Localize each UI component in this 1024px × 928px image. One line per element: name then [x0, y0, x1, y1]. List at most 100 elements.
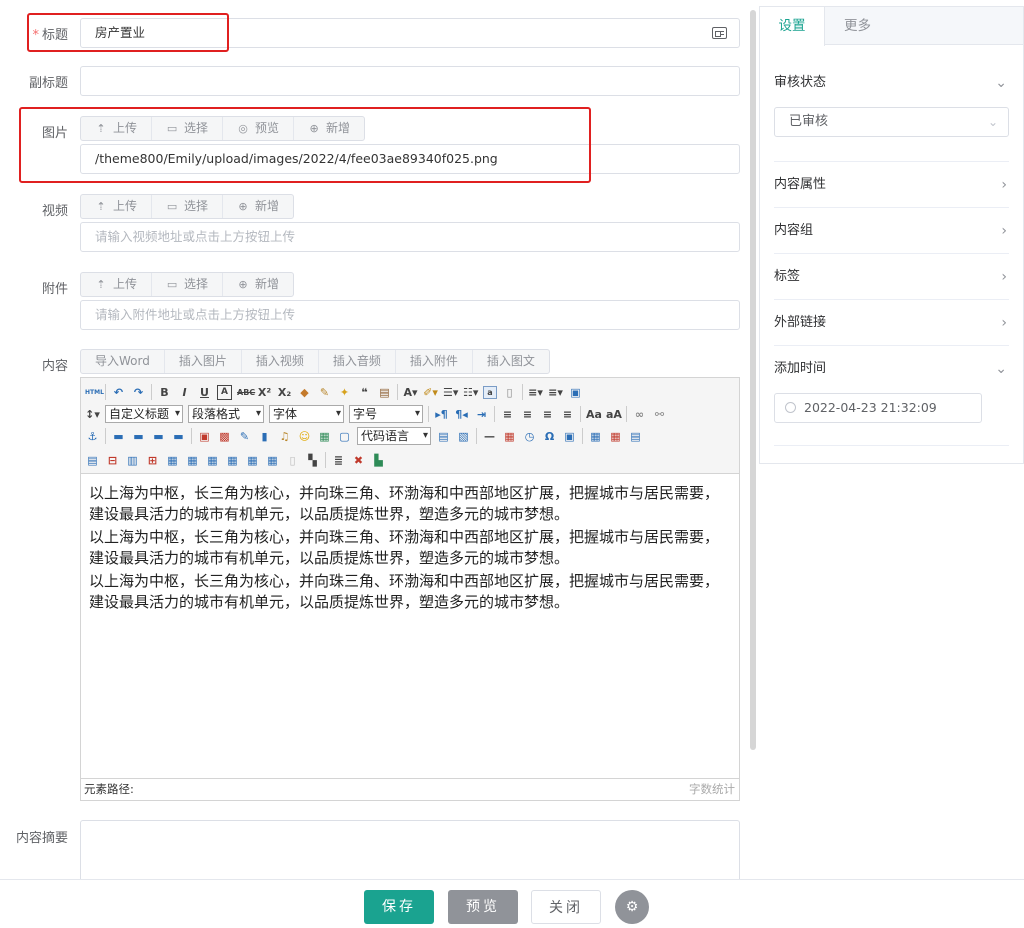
video-add-button[interactable]: ⊕ 新增 — [223, 195, 293, 218]
row-spacing-top-icon[interactable]: ≡▾ — [528, 385, 543, 400]
strikethrough-icon[interactable]: ABC — [237, 385, 255, 400]
uppercase-icon[interactable]: Aa — [586, 407, 602, 422]
font-border-icon[interactable]: A — [217, 384, 232, 400]
simple-upload-icon[interactable]: ▣ — [197, 429, 212, 444]
ltr-icon[interactable]: ▸¶ — [434, 407, 449, 422]
select-all-icon[interactable]: a — [483, 385, 497, 399]
align-right-icon[interactable]: ≡ — [540, 407, 555, 422]
undo-icon[interactable]: ↶ — [111, 385, 126, 400]
code-language-select[interactable]: 代码语言 — [357, 427, 431, 445]
horizontal-rule-icon[interactable]: — — [482, 429, 497, 444]
font-size-select[interactable]: 字号 — [349, 405, 423, 423]
gear-icon[interactable]: ⚙ — [615, 890, 649, 924]
link-icon[interactable]: ∞ — [632, 407, 647, 422]
insert-attachment-button[interactable]: 插入附件 — [396, 350, 473, 373]
editor-content[interactable]: 以上海为中枢，长三角为核心，并向珠三角、环渤海和中西部地区扩展，把握城市与居民需… — [81, 474, 739, 778]
html-source-icon[interactable]: HTML — [85, 385, 104, 400]
scrollbar[interactable] — [750, 10, 756, 750]
add-time-input[interactable]: 2022-04-23 21:32:09 — [774, 393, 982, 423]
external-link-row[interactable]: 外部链接 › — [774, 300, 1009, 346]
save-button[interactable]: 保存 — [364, 890, 434, 924]
unordered-list-icon[interactable]: ☷▾ — [463, 385, 478, 400]
insert-audio-button[interactable]: 插入音频 — [319, 350, 396, 373]
help-icon[interactable]: ✖ — [351, 453, 366, 468]
insert-frame-icon[interactable]: ▢ — [337, 429, 352, 444]
image-center-icon[interactable]: ▬ — [171, 429, 186, 444]
italic-icon[interactable]: I — [177, 385, 192, 400]
emotion-icon[interactable]: ☺ — [297, 429, 312, 444]
split-cells-icon[interactable]: ▦ — [225, 453, 240, 468]
video-input[interactable]: 请输入视频地址或点击上方按钮上传 — [80, 222, 740, 252]
subscript-icon[interactable]: X₂ — [277, 385, 292, 400]
insert-image-button[interactable]: 插入图片 — [165, 350, 242, 373]
drafts-icon[interactable]: ≣ — [331, 453, 346, 468]
auto-format-icon[interactable]: ✦ — [337, 385, 352, 400]
clear-doc-icon[interactable]: ▯ — [502, 385, 517, 400]
content-group-row[interactable]: 内容组 › — [774, 208, 1009, 254]
tab-more[interactable]: 更多 — [825, 7, 890, 45]
attachment-upload-button[interactable]: ⇡ 上传 — [81, 273, 153, 296]
review-status-select[interactable]: 已审核 ⌄ — [774, 107, 1009, 137]
insert-article-button[interactable]: 插入图文 — [473, 350, 549, 373]
video-choose-button[interactable]: ▭ 选择 — [152, 195, 224, 218]
merge-cells-icon[interactable]: ▦ — [165, 453, 180, 468]
video-upload-button[interactable]: ⇡ 上传 — [81, 195, 153, 218]
background-icon[interactable]: ▧ — [456, 429, 471, 444]
font-color-icon[interactable]: A▾ — [403, 385, 418, 400]
id-card-icon[interactable] — [712, 27, 727, 39]
attachment-choose-button[interactable]: ▭ 选择 — [152, 273, 224, 296]
underline-icon[interactable]: U — [197, 385, 212, 400]
insert-image-icon[interactable]: ▩ — [217, 429, 232, 444]
insert-paragraph-before-table-icon[interactable]: ▤ — [628, 429, 643, 444]
delete-table-icon[interactable]: ▦ — [608, 429, 623, 444]
delete-row-icon[interactable]: ⊟ — [105, 453, 120, 468]
custom-title-select[interactable]: 自定义标题 — [105, 405, 183, 423]
time-icon[interactable]: ◷ — [522, 429, 537, 444]
insert-col-icon[interactable]: ▥ — [125, 453, 140, 468]
split-rows-icon[interactable]: ▦ — [245, 453, 260, 468]
format-brush-icon[interactable]: ✎ — [317, 385, 332, 400]
insert-table-icon[interactable]: ▦ — [588, 429, 603, 444]
paragraph-format-select[interactable]: 段落格式 — [188, 405, 264, 423]
font-family-select[interactable]: 字体 — [269, 405, 344, 423]
align-left-icon[interactable]: ≡ — [500, 407, 515, 422]
merge-right-icon[interactable]: ▦ — [185, 453, 200, 468]
attachment-icon[interactable]: ✎ — [237, 429, 252, 444]
ordered-list-icon[interactable]: ☰▾ — [443, 385, 458, 400]
merge-down-icon[interactable]: ▦ — [205, 453, 220, 468]
lowercase-icon[interactable]: aA — [606, 407, 622, 422]
add-time-row[interactable]: 添加时间 ⌄ — [774, 346, 1009, 392]
paste-text-icon[interactable]: ▤ — [377, 385, 392, 400]
blockquote-icon[interactable]: ❝ — [357, 385, 372, 400]
row-spacing-bottom-icon[interactable]: ≡▾ — [548, 385, 563, 400]
background-color-icon[interactable]: ✐▾ — [423, 385, 438, 400]
map-icon[interactable]: ▦ — [317, 429, 332, 444]
music-icon[interactable]: ♫ — [277, 429, 292, 444]
attachment-add-button[interactable]: ⊕ 新增 — [223, 273, 293, 296]
insert-row-icon[interactable]: ▤ — [85, 453, 100, 468]
image-left-icon[interactable]: ▬ — [131, 429, 146, 444]
135-editor-icon[interactable]: ▙ — [371, 453, 386, 468]
wordimage-icon[interactable]: ▣ — [562, 429, 577, 444]
anchor-icon[interactable]: ⚓ — [85, 429, 100, 444]
superscript-icon[interactable]: X² — [257, 385, 272, 400]
review-status-row[interactable]: 审核状态 ⌄ — [774, 60, 1009, 106]
preview-button[interactable]: 预览 — [448, 890, 518, 924]
image-right-icon[interactable]: ▬ — [151, 429, 166, 444]
line-height-icon[interactable]: ↕▾ — [85, 407, 100, 422]
import-word-button[interactable]: 导入Word — [81, 350, 165, 373]
delete-col-icon[interactable]: ⊞ — [145, 453, 160, 468]
image-none-icon[interactable]: ▬ — [111, 429, 126, 444]
insert-video-button[interactable]: 插入视频 — [242, 350, 319, 373]
search-replace-icon[interactable]: ▚ — [305, 453, 320, 468]
align-justify-icon[interactable]: ≡ — [560, 407, 575, 422]
split-cols-icon[interactable]: ▦ — [265, 453, 280, 468]
tab-settings[interactable]: 设置 — [760, 7, 825, 46]
unlink-icon[interactable]: ⚯ — [652, 407, 667, 422]
print-icon[interactable]: ▯ — [285, 453, 300, 468]
template-icon[interactable]: ▤ — [436, 429, 451, 444]
content-attributes-row[interactable]: 内容属性 › — [774, 162, 1009, 208]
date-icon[interactable]: ▦ — [502, 429, 517, 444]
align-center-icon[interactable]: ≡ — [520, 407, 535, 422]
rtl-icon[interactable]: ¶◂ — [454, 407, 469, 422]
